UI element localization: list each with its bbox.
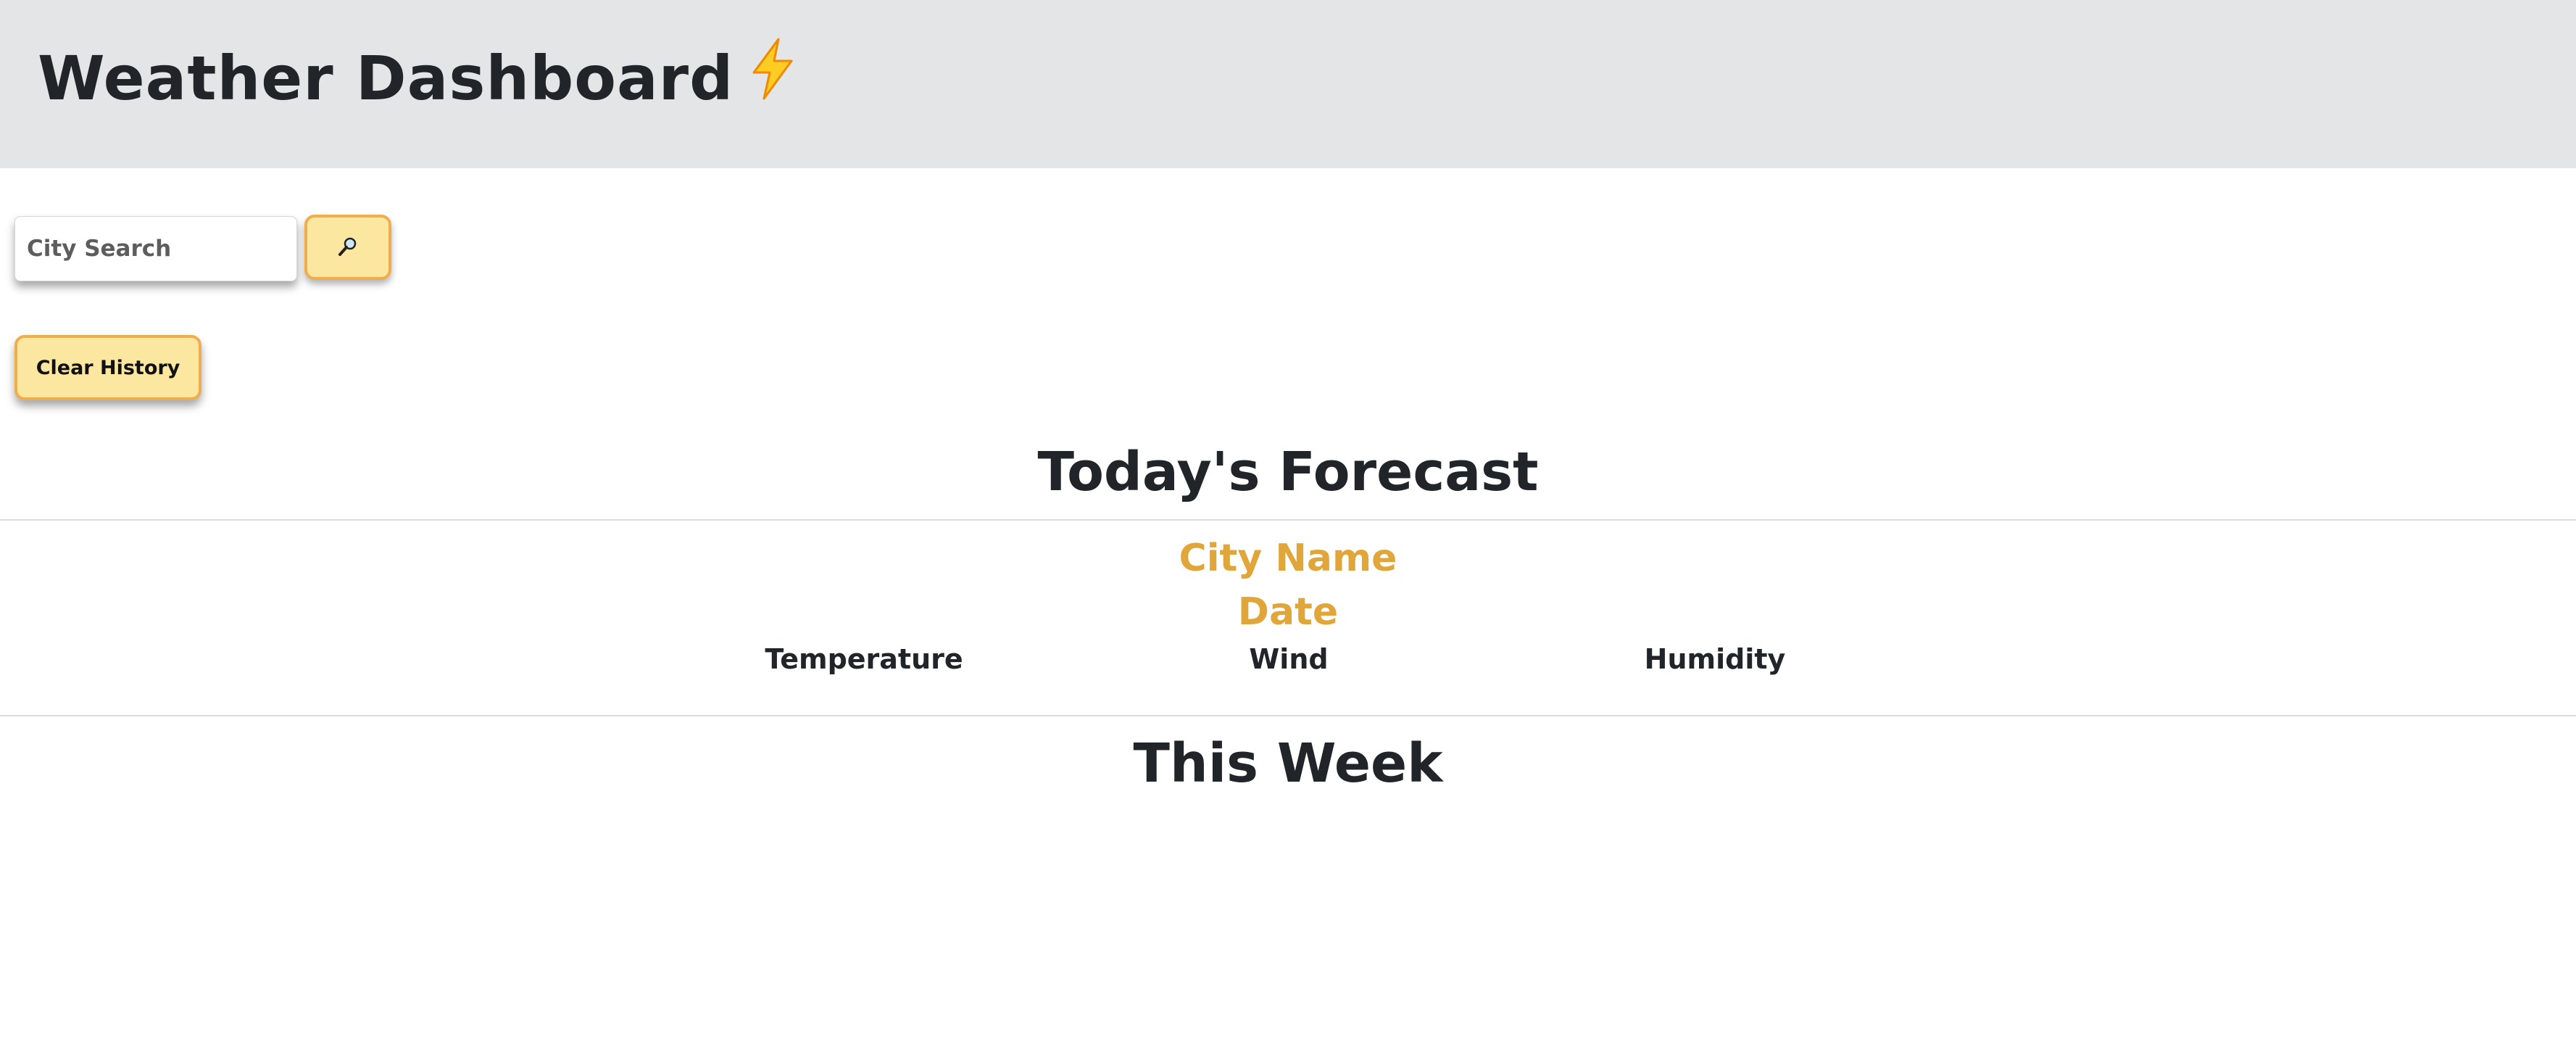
divider — [0, 519, 2576, 521]
this-week-heading: This Week — [1133, 732, 1443, 795]
city-search-input[interactable] — [14, 216, 297, 281]
app-title-text: Weather Dashboard — [38, 43, 734, 114]
divider — [0, 715, 2576, 716]
clear-history-button[interactable]: Clear History — [14, 335, 201, 400]
forecast-date: Date — [1237, 590, 1339, 634]
app-title: Weather Dashboard — [38, 38, 796, 118]
city-name: City Name — [1179, 537, 1397, 580]
today-forecast-heading: Today's Forecast — [1037, 441, 1539, 503]
search-button[interactable] — [304, 215, 391, 280]
magnifying-glass-icon — [337, 236, 359, 260]
lightning-bolt-icon — [749, 38, 796, 118]
humidity-label: Humidity — [1644, 643, 1786, 675]
app-header: Weather Dashboard — [0, 0, 2576, 168]
wind-label: Wind — [1249, 643, 1329, 675]
temperature-label: Temperature — [765, 643, 963, 675]
